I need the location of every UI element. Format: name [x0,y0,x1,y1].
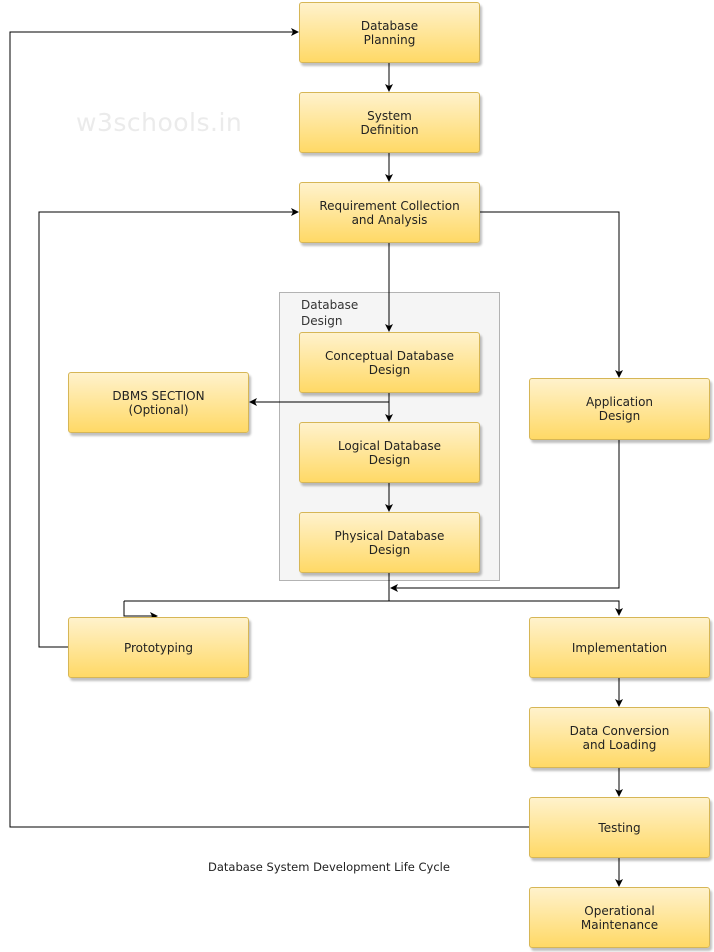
box-conceptual-design[interactable]: Conceptual Database Design [299,332,480,393]
box-logical-design[interactable]: Logical Database Design [299,422,480,483]
box-requirement-collection[interactable]: Requirement Collection and Analysis [299,182,480,243]
box-implementation[interactable]: Implementation [529,617,710,678]
box-system-definition[interactable]: System Definition [299,92,480,153]
box-operational-maintenance[interactable]: Operational Maintenance [529,887,710,948]
box-dbms-section[interactable]: DBMS SECTION (Optional) [68,372,249,433]
box-physical-design[interactable]: Physical Database Design [299,512,480,573]
edge-to-prototyping [123,601,158,620]
box-data-conversion[interactable]: Data Conversion and Loading [529,707,710,768]
box-application-design[interactable]: Application Design [529,378,710,440]
edge-requirements-to-application [480,211,623,378]
box-prototyping[interactable]: Prototyping [68,617,249,678]
edge-to-implementation [124,600,623,616]
box-testing[interactable]: Testing [529,797,710,858]
diagram-caption: Database System Development Life Cycle [208,860,450,874]
box-database-planning[interactable]: Database Planning [299,2,480,63]
